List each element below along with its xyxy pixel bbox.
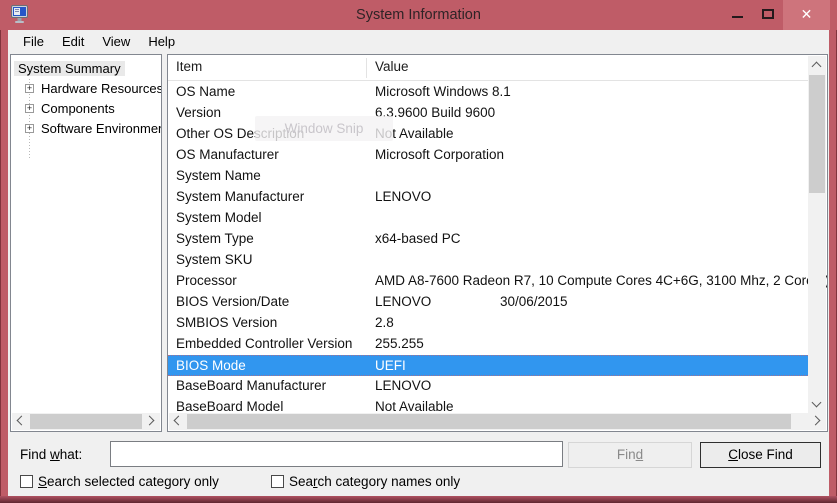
row-baseboard-manufacturer[interactable]: BaseBoard Manufacturer LENOVO (168, 376, 808, 397)
row-value: Microsoft Windows 8.1 (375, 84, 511, 99)
row-item: BIOS Version/Date (176, 294, 289, 309)
expand-icon[interactable]: + (25, 124, 34, 133)
row-value: 2.8 (375, 315, 394, 330)
find-input[interactable] (110, 441, 563, 467)
expand-icon[interactable]: + (25, 104, 34, 113)
menu-edit[interactable]: Edit (53, 32, 93, 51)
find-button[interactable]: Find (568, 442, 692, 468)
row-item: System Model (176, 210, 262, 225)
system-information-window: System Information ✕ File Edit View Help… (0, 0, 837, 503)
row-item: OS Name (176, 84, 235, 99)
maximize-button[interactable] (753, 0, 783, 30)
close-find-button[interactable]: Close Find (700, 442, 821, 468)
titlebar[interactable]: System Information ✕ (0, 0, 837, 30)
window-snip-ghost-tooltip: Window Snip (255, 116, 393, 141)
row-value: Microsoft Corporation (375, 147, 504, 162)
row-value: x64-based PC (375, 231, 461, 246)
list-horizontal-scrollbar[interactable] (169, 413, 826, 430)
category-tree-panel: System Summary + Hardware Resources + Co… (10, 54, 162, 432)
scroll-right-arrow[interactable] (812, 415, 824, 427)
row-embedded-controller-version[interactable]: Embedded Controller Version 255.255 (168, 334, 808, 355)
row-value: LENOVO (375, 189, 431, 204)
search-selected-category-label: Search selected category only (38, 474, 219, 489)
row-value: LENOVO (375, 294, 431, 309)
window-bottom-border (0, 496, 837, 503)
scroll-down-arrow[interactable] (811, 399, 823, 411)
expand-icon[interactable]: + (25, 84, 34, 93)
row-os-name[interactable]: OS Name Microsoft Windows 8.1 (168, 82, 808, 103)
close-button[interactable]: ✕ (783, 0, 830, 30)
scroll-left-arrow[interactable] (171, 415, 183, 427)
minimize-button[interactable] (723, 0, 753, 30)
window-title: System Information (0, 0, 837, 30)
row-item: Version (176, 105, 221, 120)
row-value: 6.3.9600 Build 9600 (375, 105, 495, 120)
row-processor[interactable]: Processor AMD A8-7600 Radeon R7, 10 Comp… (168, 271, 808, 292)
row-system-name[interactable]: System Name (168, 166, 808, 187)
column-header-item[interactable]: Item (176, 59, 202, 74)
tree-item-system-summary[interactable]: System Summary (14, 61, 125, 76)
row-item: OS Manufacturer (176, 147, 279, 162)
details-list-panel: Item Value OS Name Microsoft Windows 8.1… (167, 54, 828, 432)
tree-item-software-environment[interactable]: Software Environment (41, 120, 162, 138)
row-value: 255.255 (375, 336, 424, 351)
menu-help[interactable]: Help (139, 32, 184, 51)
list-vertical-scrollbar[interactable] (808, 56, 826, 414)
row-item: System Name (176, 168, 261, 183)
row-item: BaseBoard Model (176, 399, 283, 414)
tree-horizontal-scrollbar[interactable] (12, 413, 160, 430)
search-selected-category-checkbox[interactable] (20, 475, 33, 488)
row-item: System SKU (176, 252, 253, 267)
minimize-icon (732, 16, 743, 18)
scrollbar-thumb[interactable] (809, 75, 825, 193)
search-category-names-label: Search category names only (289, 474, 460, 489)
row-value: LENOVO (375, 378, 431, 393)
row-item: BIOS Mode (176, 358, 246, 373)
column-header-value[interactable]: Value (375, 59, 409, 74)
row-bios-mode-selected[interactable]: BIOS Mode UEFI (168, 355, 808, 376)
tree-item-components[interactable]: Components (41, 100, 115, 118)
tree-item-hardware-resources[interactable]: Hardware Resources (41, 80, 162, 98)
row-item: System Type (176, 231, 254, 246)
scroll-right-arrow[interactable] (146, 415, 158, 427)
row-value: AMD A8-7600 Radeon R7, 10 Compute Cores … (375, 273, 828, 288)
row-value: Not Available (375, 399, 454, 414)
menubar: File Edit View Help (8, 30, 829, 53)
menu-view[interactable]: View (93, 32, 139, 51)
row-item: System Manufacturer (176, 189, 304, 204)
row-smbios-version[interactable]: SMBIOS Version 2.8 (168, 313, 808, 334)
row-item: BaseBoard Manufacturer (176, 378, 326, 393)
row-bios-version-date[interactable]: BIOS Version/Date LENOVO 30/06/2015 (168, 292, 808, 313)
close-icon: ✕ (801, 6, 813, 22)
row-value-date: 30/06/2015 (500, 294, 568, 309)
find-what-label: Find what: (20, 447, 82, 462)
row-value: UEFI (375, 358, 406, 373)
scrollbar-thumb[interactable] (30, 414, 142, 429)
column-divider[interactable] (366, 58, 367, 78)
scroll-up-arrow[interactable] (811, 59, 823, 71)
list-header: Item Value (168, 55, 808, 81)
row-item: SMBIOS Version (176, 315, 277, 330)
row-system-type[interactable]: System Type x64-based PC (168, 229, 808, 250)
menu-file[interactable]: File (14, 32, 53, 51)
search-category-names-checkbox[interactable] (271, 475, 284, 488)
row-system-sku[interactable]: System SKU (168, 250, 808, 271)
scrollbar-thumb[interactable] (187, 414, 791, 429)
row-item: Embedded Controller Version (176, 336, 352, 351)
window-content: File Edit View Help System Summary + Har… (8, 30, 829, 496)
scroll-left-arrow[interactable] (14, 415, 26, 427)
maximize-icon (762, 9, 774, 19)
row-system-manufacturer[interactable]: System Manufacturer LENOVO (168, 187, 808, 208)
row-system-model[interactable]: System Model (168, 208, 808, 229)
row-item: Processor (176, 273, 237, 288)
row-os-manufacturer[interactable]: OS Manufacturer Microsoft Corporation (168, 145, 808, 166)
